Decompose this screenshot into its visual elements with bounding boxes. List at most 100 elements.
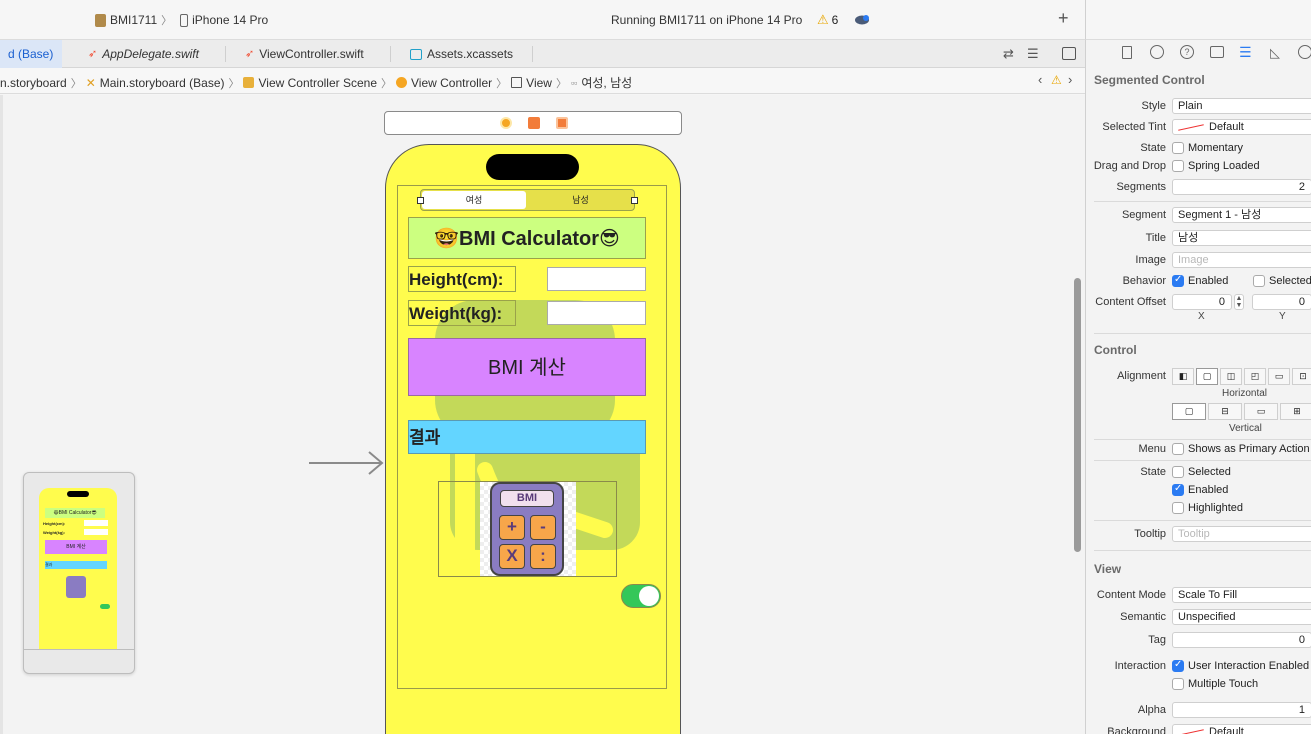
tooltip-field[interactable]: Tooltip	[1172, 526, 1311, 542]
user-interaction-checkbox[interactable]	[1172, 659, 1184, 672]
align-right-icon[interactable]: ◫	[1220, 368, 1242, 385]
swap-icon[interactable]: ⇄	[1003, 46, 1014, 62]
style-popup[interactable]: Plain	[1172, 98, 1311, 114]
semantic-popup[interactable]: Unspecified	[1172, 609, 1311, 625]
enabled-checkbox[interactable]	[1172, 274, 1184, 287]
warning-icon[interactable]: ⚠	[1051, 73, 1062, 87]
resize-handle[interactable]	[631, 197, 638, 204]
height-input[interactable]	[547, 267, 646, 291]
thumbnail-weight-label: Weight(kg):	[43, 530, 65, 535]
offset-x-field[interactable]: 0	[1172, 294, 1232, 310]
color-swatch-icon	[1178, 729, 1204, 734]
segments-stepper[interactable]: 2	[1172, 179, 1311, 195]
breadcrumb-item[interactable]: View Controller Scene	[258, 76, 377, 90]
content-mode-label: Content Mode	[1096, 589, 1166, 601]
alignment-label: Alignment	[1117, 370, 1166, 382]
breadcrumb-item[interactable]: View Controller	[411, 76, 492, 90]
scene-thumbnail[interactable]: 😃BMI Calculator😎 Height(cm): Weight(kg):…	[23, 472, 135, 674]
horizontal-alignment-control[interactable]: ◧ ▢ ◫ ◰ ▭ ⊡	[1172, 368, 1311, 385]
vertical-alignment-control[interactable]: ▢ ⊟ ▭ ⊞	[1172, 403, 1311, 420]
align-center-icon[interactable]: ▢	[1196, 368, 1218, 385]
connections-inspector-icon[interactable]	[1298, 45, 1311, 59]
breadcrumb-item[interactable]: View	[526, 76, 552, 90]
breadcrumb-item[interactable]: 여성, 남성	[581, 74, 632, 91]
spring-loaded-checkbox[interactable]	[1172, 160, 1184, 172]
content-mode-popup[interactable]: Scale To Fill	[1172, 587, 1311, 603]
lines-icon[interactable]: ☰	[1027, 46, 1039, 62]
segment-female[interactable]: 여성	[422, 191, 526, 209]
exit-icon[interactable]	[556, 117, 568, 129]
tab-viewcontroller[interactable]: ➶ ViewController.swift	[245, 40, 364, 68]
align-trailing-icon[interactable]: ▭	[1268, 368, 1290, 385]
identity-inspector-icon[interactable]	[1210, 46, 1224, 58]
cloud-icon[interactable]	[854, 13, 870, 25]
warnings-indicator[interactable]: ⚠ 6	[817, 12, 838, 28]
split-editor-icon[interactable]	[1062, 47, 1076, 60]
multiple-touch-text: Multiple Touch	[1188, 678, 1259, 690]
toggle-switch[interactable]	[621, 584, 661, 608]
background-label: Background	[1107, 726, 1166, 734]
title-field[interactable]: 남성	[1172, 230, 1311, 246]
control-highlighted-checkbox[interactable]	[1172, 502, 1184, 514]
tab-label: ViewController.swift	[259, 47, 364, 61]
history-inspector-icon[interactable]	[1150, 45, 1164, 59]
segment-popup[interactable]: Segment 1 - 남성	[1172, 207, 1311, 223]
first-responder-icon[interactable]	[528, 117, 540, 129]
thumbnail-island	[67, 491, 89, 497]
align-left-icon[interactable]: ◧	[1172, 368, 1194, 385]
align-fill-icon[interactable]: ⊡	[1292, 368, 1311, 385]
bmi-calculate-button[interactable]: BMI 계산	[408, 338, 646, 396]
file-inspector-icon[interactable]	[1122, 46, 1132, 59]
section-control: Control	[1094, 343, 1137, 357]
valign-bottom-icon[interactable]: ▭	[1244, 403, 1278, 420]
thumbnail-height-field	[84, 520, 108, 526]
offset-x-stepper[interactable]: ▲ ▼	[1234, 294, 1244, 310]
state-label: State	[1140, 142, 1166, 154]
control-enabled-checkbox[interactable]	[1172, 483, 1184, 496]
tab-divider	[390, 46, 391, 62]
attributes-inspector-icon[interactable]: ☰	[1239, 44, 1252, 61]
thumbnail-title: 😃BMI Calculator😎	[45, 508, 105, 518]
size-inspector-icon[interactable]: ◺	[1270, 45, 1280, 61]
multiple-touch-checkbox[interactable]	[1172, 678, 1184, 690]
breadcrumb-item[interactable]: n.storyboard	[0, 76, 67, 90]
thumbnail-divider	[24, 649, 134, 650]
momentary-checkbox[interactable]	[1172, 142, 1184, 154]
chevron-left-icon[interactable]: ‹	[1038, 72, 1042, 87]
selected-checkbox[interactable]	[1253, 275, 1265, 287]
control-selected-checkbox[interactable]	[1172, 466, 1184, 478]
chevron-right-icon: 〉	[496, 77, 508, 90]
selected-tint-popup[interactable]: Default	[1172, 119, 1311, 135]
scheme-selector[interactable]: BMI1711 〉 iPhone 14 Pro	[95, 12, 268, 28]
tab-assets[interactable]: Assets.xcassets	[410, 40, 513, 68]
view-controller-icon[interactable]	[500, 117, 512, 129]
valign-fill-icon[interactable]: ⊞	[1280, 403, 1311, 420]
alpha-field[interactable]: 1	[1172, 702, 1311, 718]
momentary-text: Momentary	[1188, 142, 1244, 154]
add-button[interactable]: +	[1058, 8, 1069, 29]
offset-y-field[interactable]: 0	[1252, 294, 1311, 310]
storyboard-icon: ✕	[85, 75, 96, 90]
divider	[1094, 550, 1311, 551]
canvas-scrollbar[interactable]	[1074, 278, 1081, 552]
align-leading-icon[interactable]: ◰	[1244, 368, 1266, 385]
entry-point-arrow	[309, 450, 385, 479]
valign-top-icon[interactable]: ⊟	[1208, 403, 1242, 420]
breadcrumb-item[interactable]: Main.storyboard (Base)	[100, 76, 225, 90]
help-inspector-icon[interactable]: ?	[1180, 45, 1194, 59]
resize-handle[interactable]	[417, 197, 424, 204]
swift-icon: ➶	[88, 48, 98, 60]
gender-segmented-control[interactable]: 여성 남성	[417, 189, 638, 211]
background-popup[interactable]: Default	[1172, 724, 1311, 734]
chevron-right-icon[interactable]: ›	[1068, 72, 1072, 87]
tab-appdelegate[interactable]: ➶ AppDelegate.swift	[88, 40, 199, 68]
weight-input[interactable]	[547, 301, 646, 325]
image-field[interactable]: Image	[1172, 252, 1311, 268]
segment-male[interactable]: 남성	[528, 191, 633, 209]
valign-center-icon[interactable]: ▢	[1172, 403, 1206, 420]
background-value: Default	[1209, 726, 1244, 734]
primary-action-checkbox[interactable]	[1172, 443, 1184, 455]
tab-main-storyboard[interactable]: d (Base)	[0, 40, 62, 68]
tag-field[interactable]: 0	[1172, 632, 1311, 648]
offset-y-caption: Y	[1279, 311, 1286, 322]
